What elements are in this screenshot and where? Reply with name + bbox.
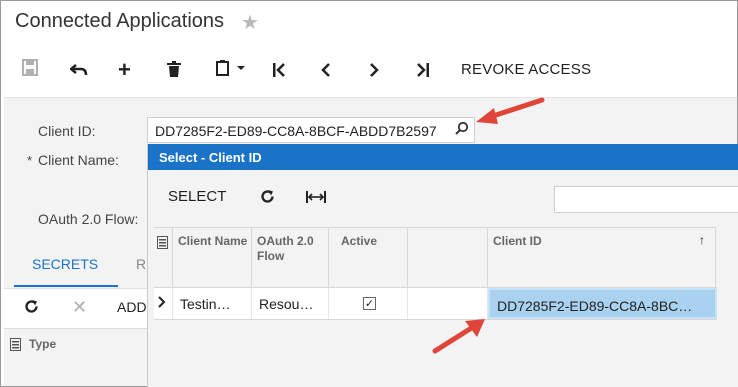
column-header-active[interactable]: Active	[329, 227, 408, 287]
dialog-title: Select - Client ID	[148, 144, 738, 170]
add-icon[interactable]: +	[118, 57, 131, 83]
cell-client-id[interactable]: DD7285F2-ED89-CC8A-8BC…	[488, 288, 717, 319]
tab-secrets[interactable]: SECRETS	[32, 256, 98, 272]
delete-icon[interactable]	[167, 60, 181, 83]
column-header-client-id[interactable]: Client ID ↑	[488, 227, 716, 287]
oauth-flow-label: OAuth 2.0 Flow:	[38, 211, 139, 227]
save-icon[interactable]	[22, 59, 38, 82]
add-button-partial[interactable]: ADD	[117, 299, 147, 315]
cell-active: ✓	[329, 288, 408, 319]
tab-next-partial[interactable]: R	[136, 256, 146, 272]
client-id-label: Client ID:	[38, 123, 96, 139]
refresh-icon[interactable]	[260, 189, 275, 209]
page-title: Connected Applications	[15, 10, 225, 32]
cell-client-name: Testin…	[173, 288, 252, 319]
dialog-search-input[interactable]	[554, 186, 738, 213]
search-icon[interactable]	[455, 121, 469, 138]
refresh-icon[interactable]	[24, 299, 39, 319]
cell-oauth-flow: Resou…	[252, 288, 329, 319]
column-header-blank[interactable]	[408, 227, 488, 287]
first-icon[interactable]	[272, 60, 286, 83]
revoke-access-button[interactable]: REVOKE ACCESS	[461, 61, 591, 78]
client-id-input[interactable]: DD7285F2-ED89-CC8A-8BCF-ABDD7B2597	[147, 117, 475, 143]
close-icon[interactable]: ✕	[72, 297, 87, 318]
grid-settings-cell[interactable]	[154, 227, 173, 287]
annotation-arrow-bottom	[432, 319, 485, 354]
star-icon[interactable]: ★	[241, 10, 259, 35]
row-arrow-icon	[154, 288, 173, 319]
type-column-header: Type	[29, 337, 57, 351]
required-mark: *	[27, 153, 33, 168]
column-header-oauth-flow[interactable]: OAuth 2.0 Flow	[252, 227, 329, 287]
prev-icon[interactable]	[320, 60, 332, 83]
sort-up-icon: ↑	[699, 233, 705, 247]
grid-settings-icon[interactable]	[10, 338, 21, 356]
active-checkbox[interactable]: ✓	[363, 297, 376, 310]
client-name-label: Client Name:	[38, 152, 119, 168]
paste-icon[interactable]	[216, 59, 246, 82]
undo-icon[interactable]	[68, 60, 88, 83]
select-button[interactable]: SELECT	[168, 188, 226, 205]
annotation-arrow-top	[476, 97, 545, 124]
next-icon[interactable]	[368, 60, 380, 83]
fit-columns-icon[interactable]	[306, 190, 326, 208]
last-icon[interactable]	[416, 60, 430, 83]
tab-active-indicator	[14, 285, 118, 287]
column-header-client-name[interactable]: Client Name	[173, 227, 252, 287]
secrets-grid-header	[4, 328, 147, 358]
column-header-client-id-label: Client ID	[493, 234, 542, 248]
